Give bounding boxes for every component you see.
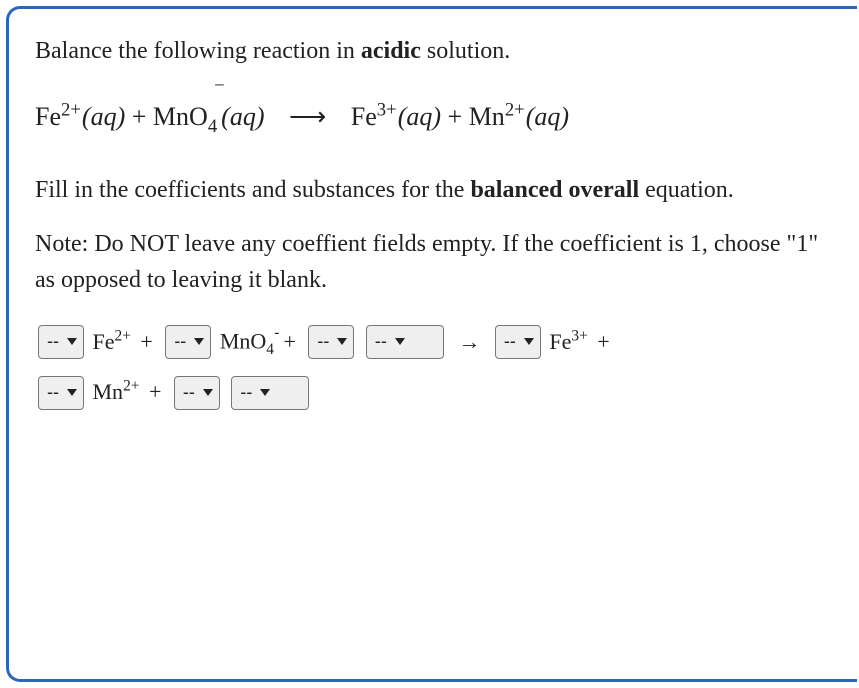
species-reactant3-select[interactable]: -- (366, 325, 444, 359)
state-aq: (aq) (82, 97, 125, 136)
chevron-down-icon (194, 338, 204, 345)
label-fe2: Fe2+ (93, 329, 131, 354)
prompt-suffix: solution. (421, 38, 510, 64)
chevron-down-icon (260, 389, 270, 396)
chevron-down-icon (203, 389, 213, 396)
label-fe3: Fe3+ (549, 329, 587, 354)
label-mno4: MnO4- (220, 328, 274, 353)
unbalanced-equation: Fe2+(aq) + MnO−4(aq) ⟶ Fe3+(aq) + Mn2+(a… (35, 97, 831, 136)
chevron-down-icon (67, 389, 77, 396)
balanced-equation-inputs: -- Fe2+ + -- MnO4- + -- -- → -- Fe3+ + -… (35, 316, 831, 417)
coeff-fe2-select[interactable]: -- (38, 325, 84, 359)
reaction-arrow: → (458, 329, 480, 354)
plus-sign: + (149, 379, 161, 404)
prompt-acidic: acidic (361, 38, 421, 64)
chevron-down-icon (395, 338, 405, 345)
species-mn2: Mn2+ (469, 97, 525, 136)
coeff-product3-select[interactable]: -- (174, 376, 220, 410)
plus-sign: + (597, 329, 609, 354)
question-card: Balance the following reaction in acidic… (6, 6, 857, 682)
coeff-mno4-select[interactable]: -- (165, 325, 211, 359)
species-fe2: Fe2+ (35, 97, 81, 136)
coeff-fe3-select[interactable]: -- (495, 325, 541, 359)
reaction-arrow: ⟶ (289, 102, 326, 131)
plus-sign: + (283, 329, 295, 354)
plus-sign: + (140, 329, 152, 354)
question-prompt: Balance the following reaction in acidic… (35, 33, 831, 69)
state-aq: (aq) (221, 97, 264, 136)
coeff-reactant3-select[interactable]: -- (308, 325, 354, 359)
species-fe3: Fe3+ (351, 97, 397, 136)
state-aq: (aq) (526, 97, 569, 136)
instruction-fill: Fill in the coefficients and substances … (35, 172, 831, 208)
plus-sign: + (132, 102, 153, 131)
species-product3-select[interactable]: -- (231, 376, 309, 410)
plus-sign: + (448, 102, 469, 131)
prompt-prefix: Balance the following reaction in (35, 38, 361, 64)
label-mn2: Mn2+ (93, 379, 140, 404)
coeff-mn2-select[interactable]: -- (38, 376, 84, 410)
chevron-down-icon (67, 338, 77, 345)
chevron-down-icon (337, 338, 347, 345)
chevron-down-icon (524, 338, 534, 345)
state-aq: (aq) (398, 97, 441, 136)
instruction-note: Note: Do NOT leave any coeffient fields … (35, 226, 831, 298)
species-mno4: MnO−4 (153, 97, 217, 136)
